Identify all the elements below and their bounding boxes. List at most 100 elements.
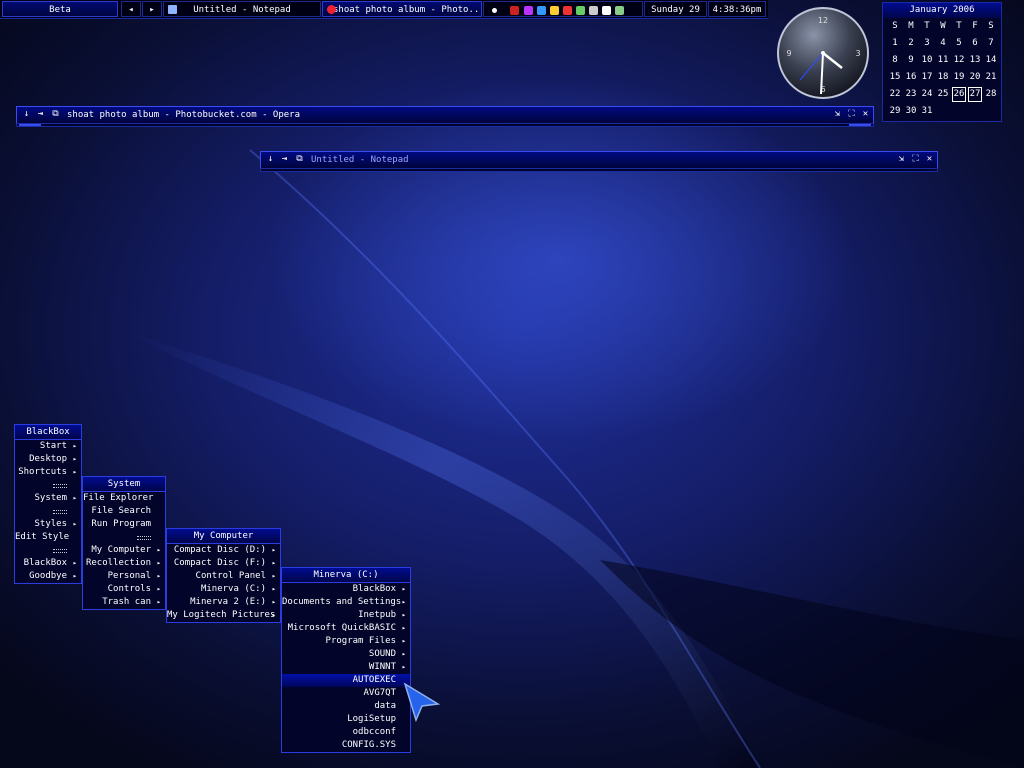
menu-item[interactable]: Shortcuts ▸ (15, 466, 81, 479)
pin-icon[interactable]: ⇥ (279, 154, 290, 165)
calendar-day[interactable]: 15 (887, 69, 903, 86)
calendar-day[interactable]: 1 (887, 35, 903, 52)
calendar-day[interactable]: 21 (983, 69, 999, 86)
maximize-icon[interactable]: ⛶ (910, 154, 921, 165)
maximize-icon[interactable]: ⛶ (846, 109, 857, 120)
menu-item[interactable]: My Logitech Pictures ▸ (167, 609, 280, 622)
menu-item[interactable]: data (282, 700, 410, 713)
calendar-day[interactable]: 29 (887, 103, 903, 120)
firewall-icon[interactable] (510, 6, 519, 15)
menu-item[interactable]: File Explorer (83, 492, 165, 505)
menu-item[interactable]: odbcconf (282, 726, 410, 739)
menu-item[interactable]: Run Program (83, 518, 165, 531)
calendar-day[interactable]: 22 (887, 86, 903, 103)
menu-item[interactable]: File Search (83, 505, 165, 518)
calendar-day[interactable]: 28 (983, 86, 999, 103)
calendar-day[interactable]: 12 (951, 52, 967, 69)
menu-item[interactable]: AUTOEXEC (282, 674, 410, 687)
menu-item[interactable]: CONFIG.SYS (282, 739, 410, 752)
opera-window-handle[interactable] (16, 123, 874, 127)
shade-icon[interactable]: ↓ (265, 154, 276, 165)
menu-item[interactable]: Controls ▸ (83, 583, 165, 596)
calendar-day[interactable]: 10 (919, 52, 935, 69)
task-notepad[interactable]: Untitled - Notepad (163, 1, 321, 17)
menu-title[interactable]: BlackBox (15, 425, 81, 440)
calendar-day[interactable]: 2 (903, 35, 919, 52)
iconify-icon[interactable]: ⧉ (294, 154, 305, 165)
menu-item[interactable]: WINNT ▸ (282, 661, 410, 674)
menu-item[interactable]: Compact Disc (D:) ▸ (167, 544, 280, 557)
close-icon[interactable]: ✕ (860, 109, 871, 120)
calendar-day[interactable]: 11 (935, 52, 951, 69)
calendar-day[interactable]: 25 (935, 86, 951, 103)
calendar-day[interactable]: 7 (983, 35, 999, 52)
volume-icon[interactable] (602, 6, 611, 15)
menu-item[interactable]: Personal ▸ (83, 570, 165, 583)
iconify-icon[interactable]: ⧉ (50, 109, 61, 120)
calendar-day[interactable]: 4 (935, 35, 951, 52)
close-icon[interactable]: ✕ (924, 154, 935, 165)
calendar-day[interactable]: 23 (903, 86, 919, 103)
menu-item[interactable]: Documents and Settings ▸ (282, 596, 410, 609)
notepad-window-handle[interactable] (260, 168, 938, 172)
calendar-day[interactable]: 26 (951, 86, 967, 103)
minimize-icon[interactable]: ⇲ (896, 154, 907, 165)
next-workspace-button[interactable]: ▸ (142, 1, 162, 17)
calendar-day[interactable]: 3 (919, 35, 935, 52)
antivirus-icon[interactable] (524, 6, 533, 15)
menu-item[interactable]: Program Files ▸ (282, 635, 410, 648)
menu-item[interactable]: BlackBox ▸ (15, 557, 81, 570)
workspace-label[interactable]: Beta (2, 1, 118, 17)
menu-title[interactable]: System (83, 477, 165, 492)
menu-item[interactable]: Styles ▸ (15, 518, 81, 531)
calendar-day[interactable]: 30 (903, 103, 919, 120)
notepad-window-titlebar[interactable]: ↓ ⇥ ⧉ Untitled - Notepad ⇲ ⛶ ✕ (260, 151, 938, 169)
calendar-day[interactable]: 27 (967, 86, 983, 103)
menu-item[interactable]: Start ▸ (15, 440, 81, 453)
shade-icon[interactable]: ↓ (21, 109, 32, 120)
calendar-day[interactable]: 24 (919, 86, 935, 103)
pin-icon[interactable]: ⇥ (35, 109, 46, 120)
calendar-day[interactable]: 14 (983, 52, 999, 69)
tray-misc-icon[interactable] (615, 6, 624, 15)
menu-item[interactable]: Compact Disc (F:) ▸ (167, 557, 280, 570)
calendar-day[interactable]: 20 (967, 69, 983, 86)
sound-icon[interactable] (563, 6, 572, 15)
calendar-day[interactable]: 19 (951, 69, 967, 86)
calendar-day[interactable]: 17 (919, 69, 935, 86)
menu-item[interactable]: BlackBox ▸ (282, 583, 410, 596)
menu-item[interactable]: Goodbye ▸ (15, 570, 81, 583)
menu-item[interactable]: Control Panel ▸ (167, 570, 280, 583)
menu-item[interactable]: Edit Style (15, 531, 81, 544)
calendar-day[interactable]: 8 (887, 52, 903, 69)
menu-item[interactable]: Desktop ▸ (15, 453, 81, 466)
prev-workspace-button[interactable]: ◂ (121, 1, 141, 17)
calendar-day[interactable]: 31 (919, 103, 935, 120)
minimize-icon[interactable]: ⇲ (832, 109, 843, 120)
opera-tray-icon[interactable] (492, 8, 497, 13)
menu-item[interactable]: Minerva (C:) ▸ (167, 583, 280, 596)
calendar-day[interactable]: 18 (935, 69, 951, 86)
usb-icon[interactable] (576, 6, 585, 15)
menu-item[interactable]: LogiSetup (282, 713, 410, 726)
calendar-day[interactable]: 9 (903, 52, 919, 69)
menu-item[interactable]: Microsoft QuickBASIC ▸ (282, 622, 410, 635)
menu-title[interactable]: Minerva (C:) (282, 568, 410, 583)
menu-item[interactable]: System ▸ (15, 492, 81, 505)
menu-item[interactable]: Recollection ▸ (83, 557, 165, 570)
calendar-day[interactable]: 6 (967, 35, 983, 52)
network-icon[interactable] (537, 6, 546, 15)
task-opera[interactable]: shoat photo album - Photo... (322, 1, 482, 17)
alert-icon[interactable] (550, 6, 559, 15)
menu-item[interactable]: SOUND ▸ (282, 648, 410, 661)
calendar-day[interactable]: 16 (903, 69, 919, 86)
opera-window-titlebar[interactable]: ↓ ⇥ ⧉ shoat photo album - Photobucket.co… (16, 106, 874, 124)
messenger-icon[interactable] (589, 6, 598, 15)
menu-item[interactable]: Inetpub ▸ (282, 609, 410, 622)
menu-item[interactable]: My Computer ▸ (83, 544, 165, 557)
calendar-day[interactable]: 5 (951, 35, 967, 52)
calendar-day[interactable]: 13 (967, 52, 983, 69)
menu-item[interactable]: Minerva 2 (E:) ▸ (167, 596, 280, 609)
menu-item[interactable]: AVG7QT (282, 687, 410, 700)
menu-item[interactable]: Trash can ▸ (83, 596, 165, 609)
